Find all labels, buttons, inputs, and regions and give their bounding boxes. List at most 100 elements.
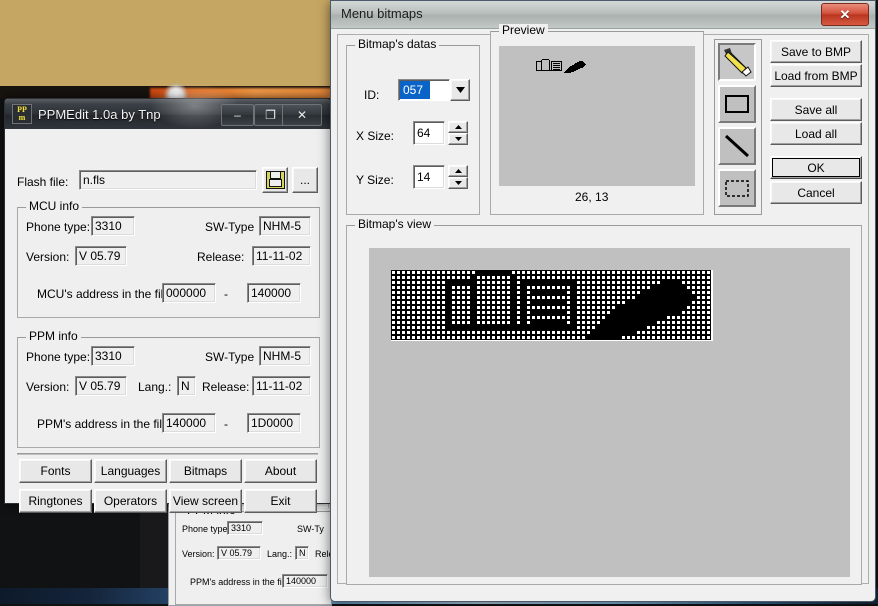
app-icon-bottom: m [18,113,26,122]
operators-button[interactable]: Operators [94,489,167,513]
mcu-address-separator: - [224,287,228,301]
save-flash-button[interactable] [262,167,288,193]
close-button[interactable]: ✕ [282,104,322,126]
exit-button[interactable]: Exit [244,489,317,513]
spinner-up-icon [454,125,462,129]
x-size-field[interactable]: 64 [413,121,445,145]
ppm-release-label: Release: [202,380,250,394]
pencil-icon [724,48,752,77]
ppm-lang-field[interactable]: N [177,376,196,396]
flash-file-input[interactable]: n.fls [79,170,257,190]
load-from-bmp-button[interactable]: Load from BMP [770,64,862,87]
background-lang-label: Lang.: [267,549,293,559]
background-phone-type-field[interactable]: 3310 [227,521,263,535]
mcu-release-field[interactable]: 11-11-02 [252,246,311,266]
chevron-down-icon [455,87,465,93]
ppm-version-label: Version: [26,380,70,394]
ppmedit-title-text: PPMEdit 1.0a by Tnp [38,106,161,122]
bitmaps-button[interactable]: Bitmaps [169,459,242,483]
ppm-phone-type-field[interactable]: 3310 [91,346,135,366]
section-divider [17,453,318,455]
dialog-title-text: Menu bitmaps [341,6,423,21]
background-phone-type-label: Phone type: [182,524,231,534]
cancel-button[interactable]: Cancel [770,181,862,204]
background-version-label: Version: [182,549,215,559]
mcu-info-legend: MCU info [26,200,83,212]
ppm-address-start-field[interactable]: 140000 [162,413,216,433]
mcu-sw-type-field[interactable]: NHM-5 [259,216,311,236]
ppm-address-separator: - [224,417,228,431]
x-size-spinner-down[interactable] [448,133,468,145]
bitmap-datas-legend: Bitmap's datas [355,38,440,50]
flash-file-label: Flash file: [17,175,69,189]
bitmap-edit-canvas[interactable] [369,248,850,577]
x-size-spinner-up[interactable] [448,121,468,133]
y-size-label: Y Size: [356,173,394,187]
background-address-start-field[interactable]: 140000 [282,574,328,588]
select-tool[interactable] [718,169,756,207]
bitmap-id-value[interactable]: 057 [400,81,430,99]
bitmap-grid-wrapper[interactable] [391,270,713,341]
y-size-field[interactable]: 14 [413,165,445,189]
mcu-address-end-field[interactable]: 140000 [247,283,301,303]
mcu-phone-type-field[interactable]: 3310 [91,216,135,236]
ppm-release-field[interactable]: 11-11-02 [252,376,311,396]
spinner-up-icon [454,169,462,173]
background-version-field[interactable]: V 05.79 [217,546,261,560]
preview-coordinates: 26, 13 [575,190,609,204]
view-screen-button[interactable]: View screen [169,489,242,513]
ppmedit-app-icon: PP m [12,104,32,124]
y-size-spinner-down[interactable] [448,177,468,189]
mcu-release-label: Release: [197,250,245,264]
ppmedit-client-area: Flash file: n.fls ... MCU info Phone typ… [5,129,330,513]
ppm-sw-type-label: SW-Type [205,350,255,364]
languages-button[interactable]: Languages [94,459,167,483]
ppm-version-field[interactable]: V 05.79 [75,376,127,396]
save-all-button[interactable]: Save all [770,98,862,121]
ppmedit-window[interactable]: PP m PPMEdit 1.0a by Tnp – ❐ ✕ Flash fil… [4,83,331,513]
mcu-phone-type-label: Phone type: [26,220,91,234]
preview-legend: Preview [499,24,548,36]
mcu-version-field[interactable]: V 05.79 [75,246,127,266]
ppm-address-label: PPM's address in the file: [37,417,173,431]
minimize-button[interactable]: – [221,104,254,126]
mcu-sw-type-label: SW-Type [205,220,255,234]
ppm-sw-type-field[interactable]: NHM-5 [259,346,311,366]
menu-bitmaps-dialog[interactable]: Menu bitmaps ✕ Bitmap's datas ID: 057 X … [330,0,876,602]
wallpaper-band-tan [0,0,340,86]
load-all-button[interactable]: Load all [770,122,862,145]
pencil-tool[interactable] [718,43,756,81]
ppm-address-end-field[interactable]: 1D0000 [247,413,301,433]
ppm-info-legend: PPM info [26,330,81,342]
background-sw-type-label: SW-Ty [297,524,324,534]
dialog-titlebar[interactable]: Menu bitmaps ✕ [331,1,875,29]
bitmap-view-group: Bitmap's view [346,218,862,585]
bitmap-id-combobox[interactable]: 057 [398,79,450,101]
rectangle-tool[interactable] [718,85,756,123]
bitmap-pixel-grid[interactable] [391,270,711,340]
x-size-label: X Size: [356,129,395,143]
preview-canvas[interactable] [499,46,695,186]
about-button[interactable]: About [244,459,317,483]
line-tool[interactable] [718,127,756,165]
dialog-close-button[interactable]: ✕ [821,3,869,26]
spinner-down-icon [454,181,462,185]
background-lang-field[interactable]: N [295,546,309,560]
mcu-address-start-field[interactable]: 000000 [162,283,216,303]
ppmedit-titlebar[interactable]: PP m PPMEdit 1.0a by Tnp – ❐ ✕ [5,83,330,129]
ok-button[interactable]: OK [770,156,862,179]
fonts-button[interactable]: Fonts [19,459,92,483]
y-size-spinner-up[interactable] [448,165,468,177]
bitmap-view-legend: Bitmap's view [355,218,434,230]
ppm-lang-label: Lang.: [138,380,172,394]
bitmap-id-dropdown-button[interactable] [450,79,470,101]
background-address-label: PPM's address in the file: [190,577,292,587]
preview-group: Preview 26, 13 [490,24,704,215]
browse-button[interactable]: ... [292,167,318,193]
ringtones-button[interactable]: Ringtones [19,489,92,513]
mcu-version-label: Version: [26,250,70,264]
mcu-address-label: MCU's address in the file: [37,287,174,301]
line-icon [724,134,750,158]
background-ppmedit-window[interactable]: PPM info Phone type: 3310 SW-Ty Version:… [168,498,332,606]
save-to-bmp-button[interactable]: Save to BMP [770,40,862,63]
